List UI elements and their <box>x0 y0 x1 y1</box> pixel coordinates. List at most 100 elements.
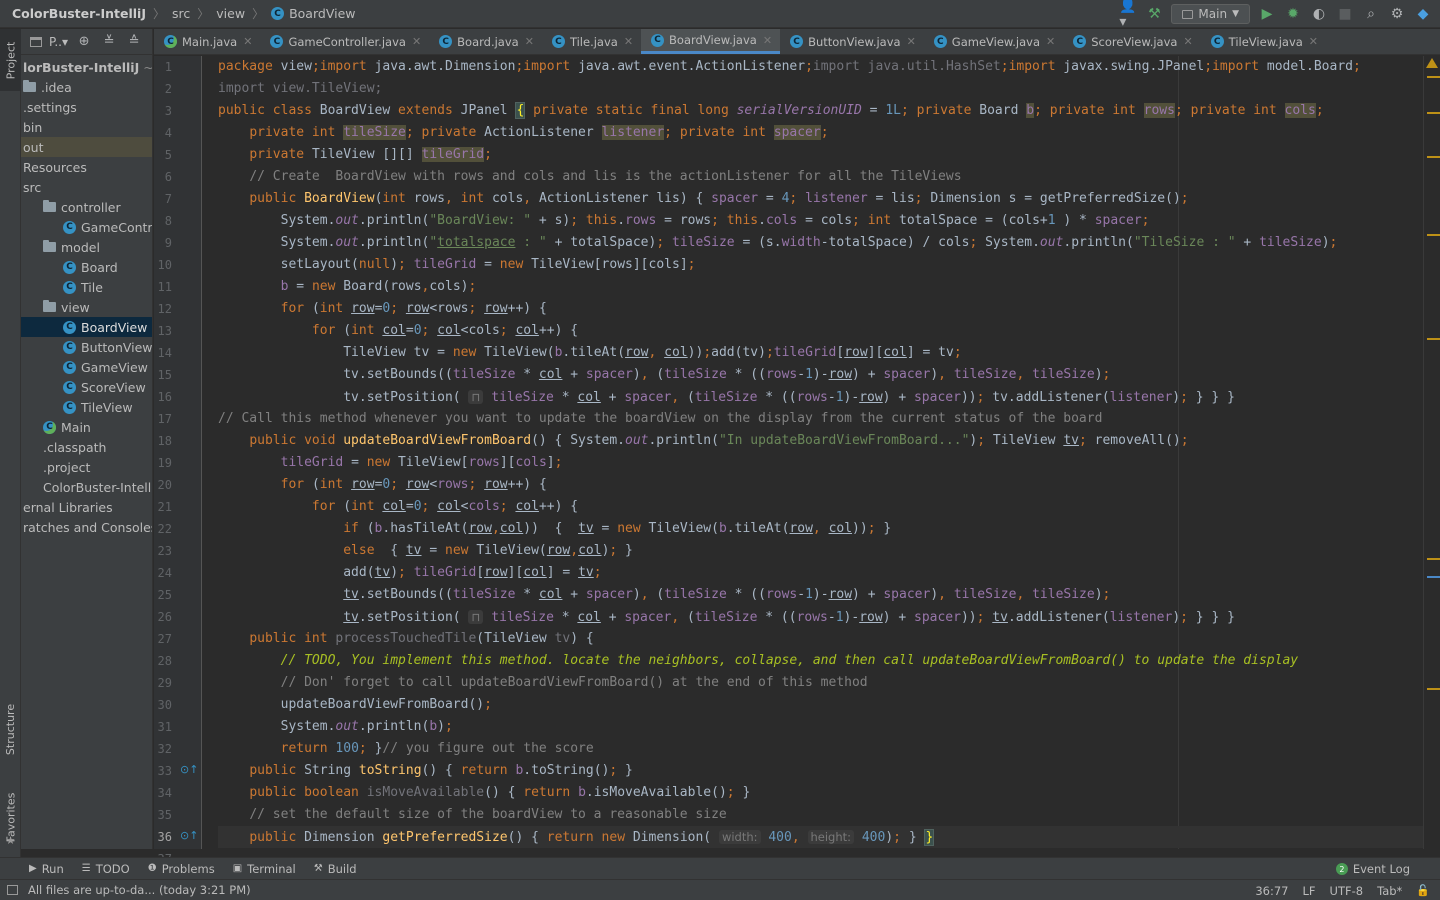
tree-item[interactable]: controller <box>21 197 152 217</box>
search-icon[interactable]: ⌕ <box>1362 5 1380 23</box>
breadcrumb-project[interactable]: ColorBuster-IntelliJ <box>12 6 146 21</box>
lock-icon[interactable]: 🔓 <box>1416 884 1430 897</box>
breadcrumb-src[interactable]: src <box>172 6 190 21</box>
tree-item[interactable]: C TileView <box>21 397 152 417</box>
close-icon[interactable]: ✕ <box>243 35 252 48</box>
tree-item[interactable]: view <box>21 297 152 317</box>
line-number[interactable]: 31 <box>154 716 172 738</box>
tree-item[interactable]: C ScoreView <box>21 377 152 397</box>
editor-tab[interactable]: C ButtonView.java ✕ <box>780 29 924 54</box>
line-number[interactable]: 36 <box>154 826 172 848</box>
warning-marker[interactable] <box>1427 156 1440 158</box>
line-number[interactable]: 13 <box>154 320 172 342</box>
structure-tool-tab[interactable]: Structure <box>0 689 21 769</box>
warning-marker[interactable] <box>1427 688 1440 690</box>
warning-marker[interactable] <box>1427 112 1440 114</box>
close-icon[interactable]: ✕ <box>525 35 534 48</box>
line-number[interactable]: 4 <box>154 122 172 144</box>
tree-item[interactable]: C Tile <box>21 277 152 297</box>
error-stripe[interactable] <box>1423 56 1440 849</box>
tree-item[interactable]: ColorBuster-IntelliJ.iml <box>21 477 152 497</box>
line-number[interactable]: 34 <box>154 782 172 804</box>
expand-all-icon[interactable]: ≚ <box>100 33 118 51</box>
todo-tool-button[interactable]: ☰ TODO <box>73 862 139 876</box>
breadcrumb-view[interactable]: view <box>216 6 245 21</box>
line-number[interactable]: 12 <box>154 298 172 320</box>
line-number[interactable]: 23 <box>154 540 172 562</box>
editor-tab[interactable]: C Tile.java ✕ <box>542 29 641 54</box>
line-number[interactable]: 17 <box>154 408 172 430</box>
tree-item[interactable]: src <box>21 177 152 197</box>
override-method-icon[interactable]: ⊙↑ <box>180 829 198 842</box>
close-icon[interactable]: ✕ <box>907 35 916 48</box>
line-number[interactable]: 9 <box>154 232 172 254</box>
editor-tab[interactable]: C GameView.java ✕ <box>924 29 1063 54</box>
caret-position[interactable]: 36:77 <box>1255 884 1288 898</box>
line-number[interactable]: 6 <box>154 166 172 188</box>
tree-item[interactable]: out <box>21 137 152 157</box>
build-tool-button[interactable]: ⚒ Build <box>305 862 366 876</box>
debug-icon[interactable]: ✹ <box>1284 5 1302 23</box>
code-editor[interactable]: package view;import java.awt.Dimension;i… <box>203 56 1423 849</box>
line-number[interactable]: 16 <box>154 386 172 408</box>
tree-item[interactable]: C GameController <box>21 217 152 237</box>
tree-item[interactable]: C Main <box>21 417 152 437</box>
editor-tab[interactable]: C Main.java ✕ <box>154 29 260 54</box>
line-number[interactable]: 20 <box>154 474 172 496</box>
editor-tab[interactable]: C GameController.java ✕ <box>260 29 429 54</box>
close-icon[interactable]: ✕ <box>1183 35 1192 48</box>
line-number[interactable]: 14 <box>154 342 172 364</box>
run-icon[interactable]: ▶ <box>1258 5 1276 23</box>
event-log-button[interactable]: 2 Event Log <box>1335 858 1410 880</box>
editor-tab[interactable]: C TileView.java ✕ <box>1201 29 1326 54</box>
close-icon[interactable]: ✕ <box>1309 35 1318 48</box>
line-number[interactable]: 19 <box>154 452 172 474</box>
line-number[interactable]: 33 <box>154 760 172 782</box>
build-hammer-icon[interactable]: ⚒ <box>1145 5 1163 23</box>
line-number[interactable]: 5 <box>154 144 172 166</box>
line-number[interactable]: 25 <box>154 584 172 606</box>
line-number[interactable]: 21 <box>154 496 172 518</box>
stop-icon[interactable]: ■ <box>1336 5 1354 23</box>
line-number[interactable]: 8 <box>154 210 172 232</box>
line-number[interactable]: 10 <box>154 254 172 276</box>
line-number[interactable]: 32 <box>154 738 172 760</box>
line-number[interactable]: 3 <box>154 100 172 122</box>
warning-marker[interactable] <box>1427 338 1440 340</box>
editor-tab[interactable]: C ScoreView.java ✕ <box>1063 29 1200 54</box>
editor-tab[interactable]: C BoardView.java ✕ <box>641 29 781 54</box>
line-number[interactable]: 26 <box>154 606 172 628</box>
line-separator[interactable]: LF <box>1303 884 1316 898</box>
line-number[interactable]: 24 <box>154 562 172 584</box>
status-message[interactable]: All files are up-to-da... (today 3:21 PM… <box>28 883 251 897</box>
warning-icon[interactable] <box>1426 58 1438 68</box>
close-icon[interactable]: ✕ <box>624 35 633 48</box>
line-number[interactable]: 7 <box>154 188 172 210</box>
user-icon[interactable]: 👤▾ <box>1119 0 1137 30</box>
line-number[interactable]: 15 <box>154 364 172 386</box>
line-number[interactable]: 27 <box>154 628 172 650</box>
problems-tool-button[interactable]: ❶ Problems <box>139 862 224 876</box>
line-number[interactable]: 30 <box>154 694 172 716</box>
editor-tab[interactable]: C Board.java ✕ <box>429 29 542 54</box>
tree-item[interactable]: Resources <box>21 157 152 177</box>
tool-windows-toggle-icon[interactable] <box>7 885 18 895</box>
tree-item[interactable]: lorBuster-IntelliJ~/De <box>21 57 152 77</box>
run-configuration-select[interactable]: Main ▼ <box>1171 4 1250 24</box>
tree-item[interactable]: .project <box>21 457 152 477</box>
line-number[interactable]: 2 <box>154 78 172 100</box>
line-number[interactable]: 35 <box>154 804 172 826</box>
indent-setting[interactable]: Tab* <box>1377 884 1402 898</box>
todo-marker[interactable] <box>1427 576 1440 578</box>
locate-icon[interactable]: ⊕ <box>75 33 93 51</box>
tree-item[interactable]: model <box>21 237 152 257</box>
tree-item[interactable]: C ButtonView <box>21 337 152 357</box>
line-number[interactable]: 18 <box>154 430 172 452</box>
run-tool-button[interactable]: ▶ Run <box>20 862 73 876</box>
tree-item[interactable]: C Board <box>21 257 152 277</box>
line-number[interactable]: 11 <box>154 276 172 298</box>
close-icon[interactable]: ✕ <box>763 34 772 47</box>
line-number[interactable]: 22 <box>154 518 172 540</box>
tree-item[interactable]: C BoardView <box>21 317 152 337</box>
file-encoding[interactable]: UTF-8 <box>1330 884 1364 898</box>
